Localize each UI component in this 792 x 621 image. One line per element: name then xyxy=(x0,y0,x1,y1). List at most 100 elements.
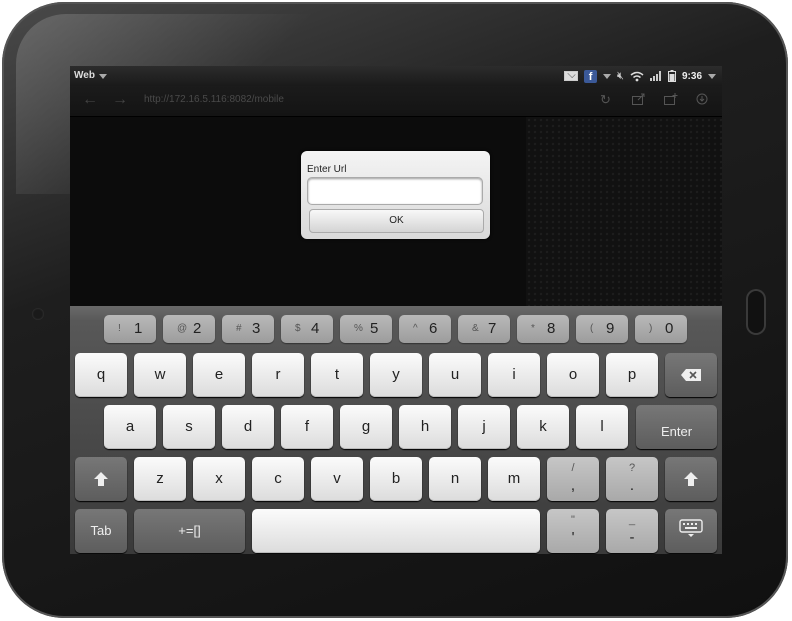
key-shifted-label: # xyxy=(236,323,242,334)
key-1[interactable]: ! 1 xyxy=(104,315,156,343)
key-underscore-dash[interactable]: _ - xyxy=(606,509,658,553)
clock-time: 9:36 xyxy=(681,70,702,82)
key-j[interactable]: j xyxy=(458,405,510,449)
key-lower-label: , xyxy=(570,477,576,494)
key-b[interactable]: b xyxy=(370,457,422,501)
key-r[interactable]: r xyxy=(252,353,304,397)
mute-icon: 🔇︎ xyxy=(617,69,624,82)
key-question-period[interactable]: ? . xyxy=(606,457,658,501)
key-shifted-label: & xyxy=(472,323,479,334)
backspace-key[interactable] xyxy=(665,353,717,397)
key-upper-label: _ xyxy=(628,514,636,526)
key-9[interactable]: (9 xyxy=(576,315,628,343)
status-menu-chevron-icon[interactable] xyxy=(708,73,716,79)
dialog-title: Enter Url xyxy=(307,164,347,175)
downloads-icon[interactable] xyxy=(696,93,710,105)
key-shifted-label: ) xyxy=(649,323,653,334)
key-upper-label: " xyxy=(571,514,575,526)
new-card-icon[interactable] xyxy=(664,93,678,105)
status-bar: Web f 🔇︎ 9:36 xyxy=(70,66,722,86)
ok-button[interactable]: OK xyxy=(309,209,484,233)
app-menu-label: Web xyxy=(74,70,95,81)
camera-lens xyxy=(32,308,44,320)
key-7[interactable]: & 7 xyxy=(458,315,510,343)
chevron-down-icon xyxy=(98,73,107,79)
key-0[interactable]: ) 0 xyxy=(635,315,687,343)
url-input[interactable] xyxy=(307,177,483,205)
browser-toolbar: ← → http://172.16.5.116:8082/mobile ↻ xyxy=(70,86,722,117)
enter-key[interactable]: Enter xyxy=(636,405,717,449)
facebook-icon[interactable]: f xyxy=(584,69,598,83)
key-6[interactable]: ^ 6 xyxy=(399,315,451,343)
key-l[interactable]: l xyxy=(576,405,628,449)
key-h[interactable]: h xyxy=(399,405,451,449)
key-label: 6 xyxy=(429,320,438,337)
key-g[interactable]: g xyxy=(340,405,392,449)
key-label: 0 xyxy=(665,320,674,337)
key-lower-label: - xyxy=(629,529,635,546)
key-label: 7 xyxy=(488,320,497,337)
key-f[interactable]: f xyxy=(281,405,333,449)
key-shifted-label: ! xyxy=(118,323,121,334)
key-p[interactable]: p xyxy=(606,353,658,397)
key-upper-label: ? xyxy=(628,462,636,474)
key-4[interactable]: $4 xyxy=(281,315,333,343)
wifi-icon xyxy=(630,71,644,81)
signal-icon xyxy=(649,71,661,81)
key-k[interactable]: k xyxy=(517,405,569,449)
key-s[interactable]: s xyxy=(163,405,215,449)
key-c[interactable]: c xyxy=(252,457,304,501)
keyboard-hide-icon xyxy=(679,519,703,537)
battery-icon xyxy=(667,70,676,82)
key-m[interactable]: m xyxy=(488,457,540,501)
key-label: 4 xyxy=(311,320,320,337)
key-label: 1 xyxy=(134,320,143,337)
key-lower-label: . xyxy=(629,477,635,494)
share-icon[interactable] xyxy=(632,93,646,105)
shift-left-key[interactable] xyxy=(75,457,127,501)
key-2[interactable]: @2 xyxy=(163,315,215,343)
shift-right-key[interactable] xyxy=(665,457,717,501)
key-5[interactable]: % 5 xyxy=(340,315,392,343)
hide-keyboard-key[interactable] xyxy=(665,509,717,553)
key-3[interactable]: #3 xyxy=(222,315,274,343)
key-d[interactable]: d xyxy=(222,405,274,449)
forward-arrow-icon[interactable]: → xyxy=(112,92,128,108)
key-q[interactable]: q xyxy=(75,353,127,397)
key-upper-label: / xyxy=(571,462,575,474)
key-t[interactable]: t xyxy=(311,353,363,397)
reload-icon[interactable]: ↻ xyxy=(600,93,611,106)
key-n[interactable]: n xyxy=(429,457,481,501)
key-8[interactable]: * 8 xyxy=(517,315,569,343)
key-label: 8 xyxy=(547,320,556,337)
key-slash-comma[interactable]: / , xyxy=(547,457,599,501)
key-label: 2 xyxy=(193,320,202,337)
app-menu[interactable]: Web xyxy=(74,66,107,86)
home-button[interactable] xyxy=(746,289,766,335)
key-u[interactable]: u xyxy=(429,353,481,397)
back-arrow-icon[interactable]: ← xyxy=(82,92,98,108)
key-i[interactable]: i xyxy=(488,353,540,397)
key-lower-label: ' xyxy=(571,529,575,546)
key-e[interactable]: e xyxy=(193,353,245,397)
url-address-field[interactable]: http://172.16.5.116:8082/mobile xyxy=(144,92,584,108)
mail-icon[interactable] xyxy=(564,71,579,81)
tab-key[interactable]: Tab xyxy=(75,509,127,553)
key-shifted-label: ^ xyxy=(413,323,418,334)
space-bar[interactable] xyxy=(252,509,540,553)
key-quote-apostrophe[interactable]: " ' xyxy=(547,509,599,553)
key-z[interactable]: z xyxy=(134,457,186,501)
key-v[interactable]: v xyxy=(311,457,363,501)
key-w[interactable]: w xyxy=(134,353,186,397)
key-shifted-label: ( xyxy=(590,323,594,334)
key-x[interactable]: x xyxy=(193,457,245,501)
backspace-icon xyxy=(681,369,701,382)
key-a[interactable]: a xyxy=(104,405,156,449)
key-y[interactable]: y xyxy=(370,353,422,397)
notifications-chevron-icon[interactable] xyxy=(603,73,612,79)
key-o[interactable]: o xyxy=(547,353,599,397)
shift-arrow-icon xyxy=(684,472,698,486)
key-label: 9 xyxy=(606,320,615,337)
status-icons[interactable]: f 🔇︎ 9:36 xyxy=(564,66,716,86)
symbols-key[interactable]: +=[] xyxy=(134,509,245,553)
